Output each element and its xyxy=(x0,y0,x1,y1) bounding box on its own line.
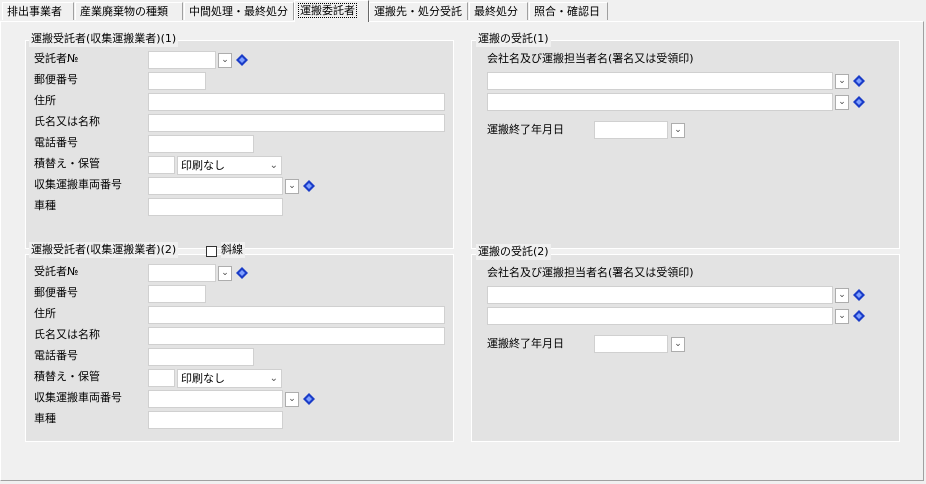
tab-transport-consignor[interactable]: 運搬委託者 xyxy=(294,0,369,22)
tab-intermediate-final[interactable]: 中間処理・最終処分 xyxy=(184,2,294,20)
receipt2-title: 運搬の受託(2) xyxy=(476,244,551,260)
contractor2-address-label: 住所 xyxy=(34,307,56,320)
chevron-down-icon: ⌄ xyxy=(269,160,278,171)
chevron-down-icon: ⌄ xyxy=(269,373,278,384)
lookup-diamond-icon[interactable] xyxy=(236,54,248,66)
lookup-diamond-icon[interactable] xyxy=(236,267,248,279)
contractor1-vehicle-type-label: 車種 xyxy=(34,199,56,212)
contractor2-postal-input[interactable] xyxy=(148,285,206,303)
contractor2-address-input[interactable] xyxy=(148,306,445,324)
contractor2-strike-checkbox[interactable] xyxy=(206,246,217,257)
receipt1-title: 運搬の受託(1) xyxy=(476,31,551,47)
contractor2-trustee-no-label: 受託者№ xyxy=(34,265,79,278)
contractor1-name-input[interactable] xyxy=(148,114,445,132)
contractor2-title: 運搬受託者(収集運搬業者)(2) xyxy=(29,242,179,258)
receipt1-end-date-label: 運搬終了年月日 xyxy=(487,123,564,136)
tab-final-disposal[interactable]: 最終処分 xyxy=(469,2,528,20)
tab-bar: 排出事業者 産業廃棄物の種類 中間処理・最終処分 運搬委託者 運搬先・処分受託 … xyxy=(0,0,926,22)
chevron-down-icon[interactable]: ⌄ xyxy=(285,392,299,407)
receipt2-company-input-2[interactable] xyxy=(487,307,833,325)
tab-page: 運搬受託者(収集運搬業者)(1) 受託者№ ⌄ 郵便番号 住所 氏名又は名称 電… xyxy=(0,21,924,481)
lookup-diamond-icon[interactable] xyxy=(303,393,315,405)
lookup-diamond-icon[interactable] xyxy=(853,310,865,322)
chevron-down-icon[interactable]: ⌄ xyxy=(671,337,685,352)
contractor2-vehicle-type-input[interactable] xyxy=(148,411,283,429)
receipt2-company-label: 会社名及び運搬担当者名(署名又は受領印) xyxy=(487,266,694,279)
contractor1-print-value: 印刷なし xyxy=(181,159,225,172)
contractor1-postal-input[interactable] xyxy=(148,72,206,90)
lookup-diamond-icon[interactable] xyxy=(853,96,865,108)
contractor2-name-input[interactable] xyxy=(148,327,445,345)
contractor1-vehicle-no-input[interactable] xyxy=(148,177,283,195)
chevron-down-icon[interactable]: ⌄ xyxy=(835,95,849,110)
contractor1-address-label: 住所 xyxy=(34,94,56,107)
receipt2-company-input-1[interactable] xyxy=(487,286,833,304)
chevron-down-icon[interactable]: ⌄ xyxy=(671,123,685,138)
contractor1-address-input[interactable] xyxy=(148,93,445,111)
contractor2-trustee-no-input[interactable] xyxy=(148,264,216,282)
lookup-diamond-icon[interactable] xyxy=(303,180,315,192)
receipt2-end-date-input[interactable] xyxy=(594,335,668,353)
chevron-down-icon[interactable]: ⌄ xyxy=(835,309,849,324)
receipt1-company-input-2[interactable] xyxy=(487,93,833,111)
receipt1-company-label: 会社名及び運搬担当者名(署名又は受領印) xyxy=(487,52,694,65)
contractor1-transship-label: 積替え・保管 xyxy=(34,157,100,170)
lookup-diamond-icon[interactable] xyxy=(853,289,865,301)
contractor1-postal-label: 郵便番号 xyxy=(34,73,78,86)
chevron-down-icon[interactable]: ⌄ xyxy=(218,53,232,68)
contractor2-phone-label: 電話番号 xyxy=(34,349,78,362)
chevron-down-icon[interactable]: ⌄ xyxy=(218,266,232,281)
contractor2-phone-input[interactable] xyxy=(148,348,254,366)
contractor1-phone-label: 電話番号 xyxy=(34,136,78,149)
receipt1-company-input-1[interactable] xyxy=(487,72,833,90)
contractor1-trustee-no-input[interactable] xyxy=(148,51,216,69)
chevron-down-icon[interactable]: ⌄ xyxy=(285,179,299,194)
contractor1-title: 運搬受託者(収集運搬業者)(1) xyxy=(29,31,179,47)
contractor1-trustee-no-label: 受託者№ xyxy=(34,52,79,65)
receipt2-end-date-label: 運搬終了年月日 xyxy=(487,337,564,350)
contractor2-print-select[interactable]: 印刷なし ⌄ xyxy=(177,369,282,388)
contractor1-transship-input[interactable] xyxy=(148,156,175,174)
contractor1-phone-input[interactable] xyxy=(148,135,254,153)
tab-verification-date[interactable]: 照合・確認日 xyxy=(529,2,608,20)
contractor2-vehicle-no-input[interactable] xyxy=(148,390,283,408)
chevron-down-icon[interactable]: ⌄ xyxy=(835,74,849,89)
chevron-down-icon[interactable]: ⌄ xyxy=(835,288,849,303)
contractor2-print-value: 印刷なし xyxy=(181,372,225,385)
tab-discharger[interactable]: 排出事業者 xyxy=(2,2,74,20)
receipt1-end-date-input[interactable] xyxy=(594,121,668,139)
contractor2-transship-label: 積替え・保管 xyxy=(34,370,100,383)
lookup-diamond-icon[interactable] xyxy=(853,75,865,87)
contractor2-name-label: 氏名又は名称 xyxy=(34,328,100,341)
contractor1-name-label: 氏名又は名称 xyxy=(34,115,100,128)
contractor1-vehicle-type-input[interactable] xyxy=(148,198,283,216)
contractor1-vehicle-no-label: 収集運搬車両番号 xyxy=(34,178,122,191)
contractor2-postal-label: 郵便番号 xyxy=(34,286,78,299)
contractor2-strike-label: 斜線 xyxy=(221,242,245,258)
contractor1-print-select[interactable]: 印刷なし ⌄ xyxy=(177,156,282,175)
contractor2-transship-input[interactable] xyxy=(148,369,175,387)
contractor2-vehicle-no-label: 収集運搬車両番号 xyxy=(34,391,122,404)
tab-destination-disposal[interactable]: 運搬先・処分受託 xyxy=(369,2,468,20)
tab-waste-type[interactable]: 産業廃棄物の種類 xyxy=(75,2,183,20)
contractor2-vehicle-type-label: 車種 xyxy=(34,412,56,425)
